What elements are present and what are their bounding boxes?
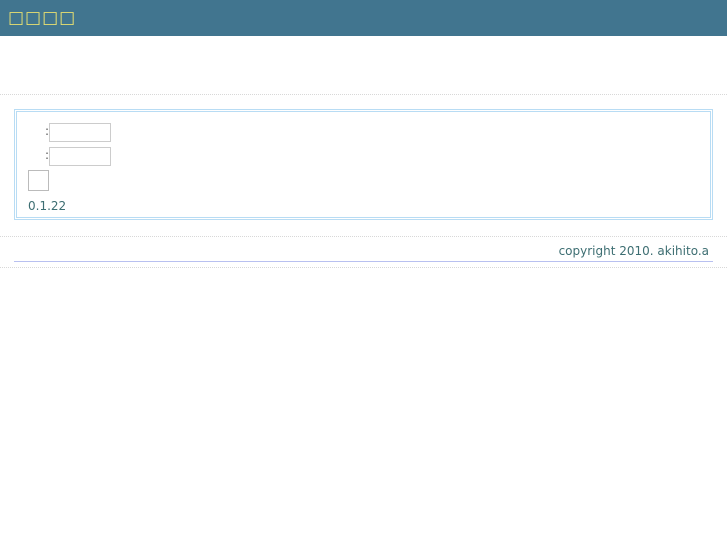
- version-text: 0.1.22: [28, 199, 67, 213]
- site-title: □□□□: [8, 8, 77, 28]
- field1-input[interactable]: [49, 123, 111, 142]
- divider: [0, 267, 727, 268]
- divider: [0, 94, 727, 95]
- copyright-text: copyright 2010. akihito.a: [558, 244, 709, 258]
- header: □□□□: [0, 0, 727, 36]
- divider: [0, 236, 727, 237]
- field2-input[interactable]: [49, 147, 111, 166]
- login-panel: : : 0.1.22: [14, 109, 713, 220]
- submit-button[interactable]: [28, 170, 49, 191]
- footer-line: [14, 261, 713, 262]
